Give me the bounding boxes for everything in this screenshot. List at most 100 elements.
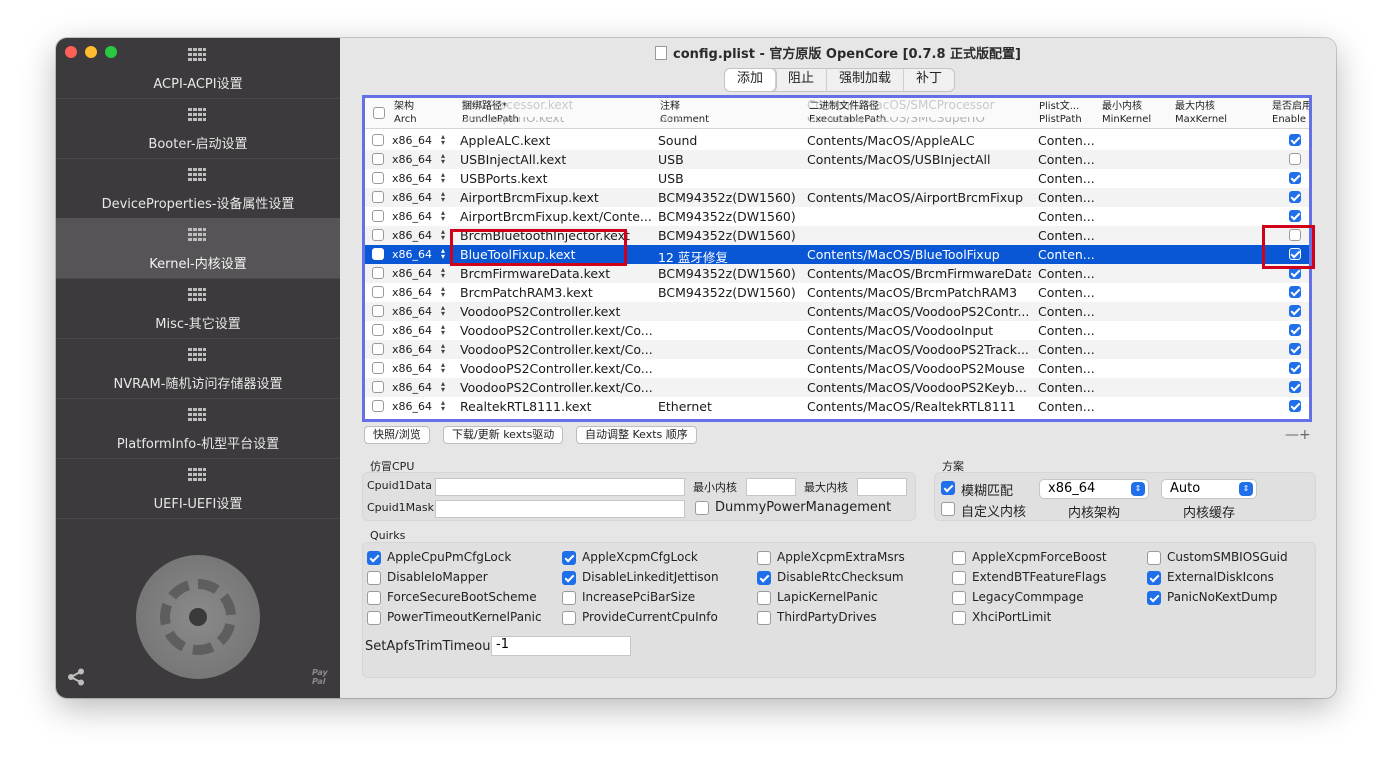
row-enable-checkbox[interactable] bbox=[1289, 134, 1301, 146]
row-bundlepath[interactable]: VoodooPS2Controller.kext/Co... bbox=[460, 342, 652, 357]
row-plistpath[interactable]: Conten... bbox=[1038, 209, 1098, 224]
row-select-checkbox[interactable] bbox=[372, 286, 384, 298]
sidebar-item-5[interactable]: NVRAM-随机访问存储器设置 bbox=[56, 338, 340, 399]
stepper-icon[interactable]: ▴ ▾ bbox=[441, 228, 445, 242]
row-executablepath[interactable]: Contents/MacOS/AirportBrcmFixup bbox=[807, 190, 1031, 205]
stepper-icon[interactable]: ▴ ▾ bbox=[441, 361, 445, 375]
table-row[interactable]: x86_64 ▴ ▾ RealtekRTL8111.kext Ethernet Conte… bbox=[365, 397, 1309, 416]
row-arch[interactable]: x86_64 bbox=[392, 134, 432, 147]
row-executablepath[interactable]: Contents/MacOS/VoodooPS2Keyb... bbox=[807, 380, 1031, 395]
quirk-box[interactable] bbox=[952, 571, 966, 585]
row-arch[interactable]: x86_64 bbox=[392, 286, 432, 299]
stepper-icon[interactable]: ▴ ▾ bbox=[441, 266, 445, 280]
table-row[interactable]: x86_64 ▴ ▾ VoodooPS2Controller.kext Contents… bbox=[365, 302, 1309, 321]
row-plistpath[interactable]: Conten... bbox=[1038, 399, 1098, 414]
row-plistpath[interactable]: Conten... bbox=[1038, 228, 1098, 243]
quirk-box[interactable] bbox=[757, 571, 771, 585]
stepper-icon[interactable]: ▴ ▾ bbox=[441, 190, 445, 204]
row-plistpath[interactable]: Conten... bbox=[1038, 152, 1098, 167]
row-executablepath[interactable]: Contents/MacOS/BrcmFirmwareData bbox=[807, 266, 1031, 281]
row-bundlepath[interactable]: VoodooPS2Controller.kext/Co... bbox=[460, 361, 652, 376]
row-enable-checkbox[interactable] bbox=[1289, 153, 1301, 165]
row-executablepath[interactable]: Contents/MacOS/VoodooPS2Track... bbox=[807, 342, 1031, 357]
row-enable-checkbox[interactable] bbox=[1289, 172, 1301, 184]
max-kernel-input[interactable] bbox=[857, 478, 907, 496]
row-plistpath[interactable]: Conten... bbox=[1038, 304, 1098, 319]
row-bundlepath[interactable]: AppleALC.kext bbox=[460, 133, 652, 148]
row-executablepath[interactable]: Contents/MacOS/VoodooPS2Mouse bbox=[807, 361, 1031, 376]
min-kernel-input[interactable] bbox=[746, 478, 796, 496]
row-enable-checkbox[interactable] bbox=[1289, 305, 1301, 317]
dummy-power-box[interactable] bbox=[695, 501, 709, 515]
table-row[interactable]: x86_64 ▴ ▾ USBPorts.kext USB Conten... bbox=[365, 169, 1309, 188]
row-enable-checkbox[interactable] bbox=[1289, 400, 1301, 412]
row-arch[interactable]: x86_64 bbox=[392, 267, 432, 280]
fuzzy-match-box[interactable] bbox=[941, 481, 955, 495]
tab-0[interactable]: 添加 bbox=[725, 69, 777, 91]
sidebar-item-4[interactable]: Misc-其它设置 bbox=[56, 278, 340, 339]
sidebar-item-3[interactable]: Kernel-内核设置 bbox=[56, 218, 340, 279]
row-select-checkbox[interactable] bbox=[372, 191, 384, 203]
quirk-box[interactable] bbox=[952, 611, 966, 625]
row-select-checkbox[interactable] bbox=[372, 267, 384, 279]
quirk-box[interactable] bbox=[367, 611, 381, 625]
row-arch[interactable]: x86_64 bbox=[392, 343, 432, 356]
row-comment[interactable]: BCM94352z(DW1560) bbox=[658, 285, 804, 300]
kernel-cache-select[interactable]: Auto ⇕ bbox=[1161, 479, 1257, 499]
row-executablepath[interactable]: Contents/MacOS/VoodooInput bbox=[807, 323, 1031, 338]
row-plistpath[interactable]: Conten... bbox=[1038, 133, 1098, 148]
stepper-icon[interactable]: ▴ ▾ bbox=[441, 133, 445, 147]
row-plistpath[interactable]: Conten... bbox=[1038, 361, 1098, 376]
cpuid1data-input[interactable] bbox=[435, 478, 685, 496]
table-row[interactable]: x86_64 ▴ ▾ AirportBrcmFixup.kext/Conte... BC… bbox=[365, 207, 1309, 226]
row-select-checkbox[interactable] bbox=[372, 400, 384, 412]
paypal-logo[interactable]: Pay Pal bbox=[312, 668, 340, 686]
row-plistpath[interactable]: Conten... bbox=[1038, 171, 1098, 186]
sidebar-item-0[interactable]: ACPI-ACPI设置 bbox=[56, 38, 340, 99]
row-arch[interactable]: x86_64 bbox=[392, 172, 432, 185]
stepper-icon[interactable]: ▴ ▾ bbox=[441, 323, 445, 337]
row-executablepath[interactable]: Contents/MacOS/VoodooPS2Contr... bbox=[807, 304, 1031, 319]
stepper-icon[interactable]: ▴ ▾ bbox=[441, 171, 445, 185]
stepper-icon[interactable]: ▴ ▾ bbox=[441, 380, 445, 394]
row-plistpath[interactable]: Conten... bbox=[1038, 247, 1098, 262]
row-select-checkbox[interactable] bbox=[372, 134, 384, 146]
row-plistpath[interactable]: Conten... bbox=[1038, 380, 1098, 395]
row-arch[interactable]: x86_64 bbox=[392, 210, 432, 223]
row-plistpath[interactable]: Conten... bbox=[1038, 323, 1098, 338]
stepper-icon[interactable]: ▴ ▾ bbox=[441, 152, 445, 166]
row-select-checkbox[interactable] bbox=[372, 324, 384, 336]
quirk-box[interactable] bbox=[562, 591, 576, 605]
row-plistpath[interactable]: Conten... bbox=[1038, 266, 1098, 281]
table-row[interactable]: x86_64 ▴ ▾ USBInjectAll.kext USB Contents/Mac… bbox=[365, 150, 1309, 169]
table-row[interactable]: x86_64 ▴ ▾ VoodooPS2Controller.kext/Co... Co… bbox=[365, 378, 1309, 397]
row-arch[interactable]: x86_64 bbox=[392, 362, 432, 375]
quirk-box[interactable] bbox=[952, 591, 966, 605]
row-arch[interactable]: x86_64 bbox=[392, 229, 432, 242]
kernel-arch-select[interactable]: x86_64 ⇕ bbox=[1039, 479, 1149, 499]
quirk-box[interactable] bbox=[562, 551, 576, 565]
table-row[interactable]: x86_64 ▴ ▾ BrcmFirmwareData.kext BCM94352z(D… bbox=[365, 264, 1309, 283]
quirk-box[interactable] bbox=[757, 551, 771, 565]
row-executablepath[interactable]: Contents/MacOS/RealtekRTL8111 bbox=[807, 399, 1031, 414]
quirk-box[interactable] bbox=[562, 571, 576, 585]
row-select-checkbox[interactable] bbox=[372, 153, 384, 165]
row-comment[interactable]: BCM94352z(DW1560) bbox=[658, 209, 804, 224]
stepper-icon[interactable]: ▴ ▾ bbox=[441, 399, 445, 413]
stepper-icon[interactable]: ▴ ▾ bbox=[441, 209, 445, 223]
share-icon[interactable] bbox=[67, 668, 85, 686]
table-row[interactable]: x86_64 ▴ ▾ VoodooPS2Controller.kext/Co... Co… bbox=[365, 359, 1309, 378]
row-plistpath[interactable]: Conten... bbox=[1038, 285, 1098, 300]
row-bundlepath[interactable]: BrcmPatchRAM3.kext bbox=[460, 285, 652, 300]
row-comment[interactable]: Sound bbox=[658, 133, 804, 148]
row-plistpath[interactable]: Conten... bbox=[1038, 342, 1098, 357]
auto-order-kexts-button[interactable]: 自动调整 Kexts 顺序 bbox=[576, 426, 697, 444]
snapshot-button[interactable]: 快照/浏览 bbox=[364, 426, 430, 444]
sidebar-item-1[interactable]: Booter-启动设置 bbox=[56, 98, 340, 159]
row-enable-checkbox[interactable] bbox=[1289, 381, 1301, 393]
row-executablepath[interactable]: Contents/MacOS/BrcmPatchRAM3 bbox=[807, 285, 1031, 300]
quirk-box[interactable] bbox=[367, 551, 381, 565]
row-enable-checkbox[interactable] bbox=[1289, 362, 1301, 374]
row-select-checkbox[interactable] bbox=[372, 305, 384, 317]
row-arch[interactable]: x86_64 bbox=[392, 153, 432, 166]
